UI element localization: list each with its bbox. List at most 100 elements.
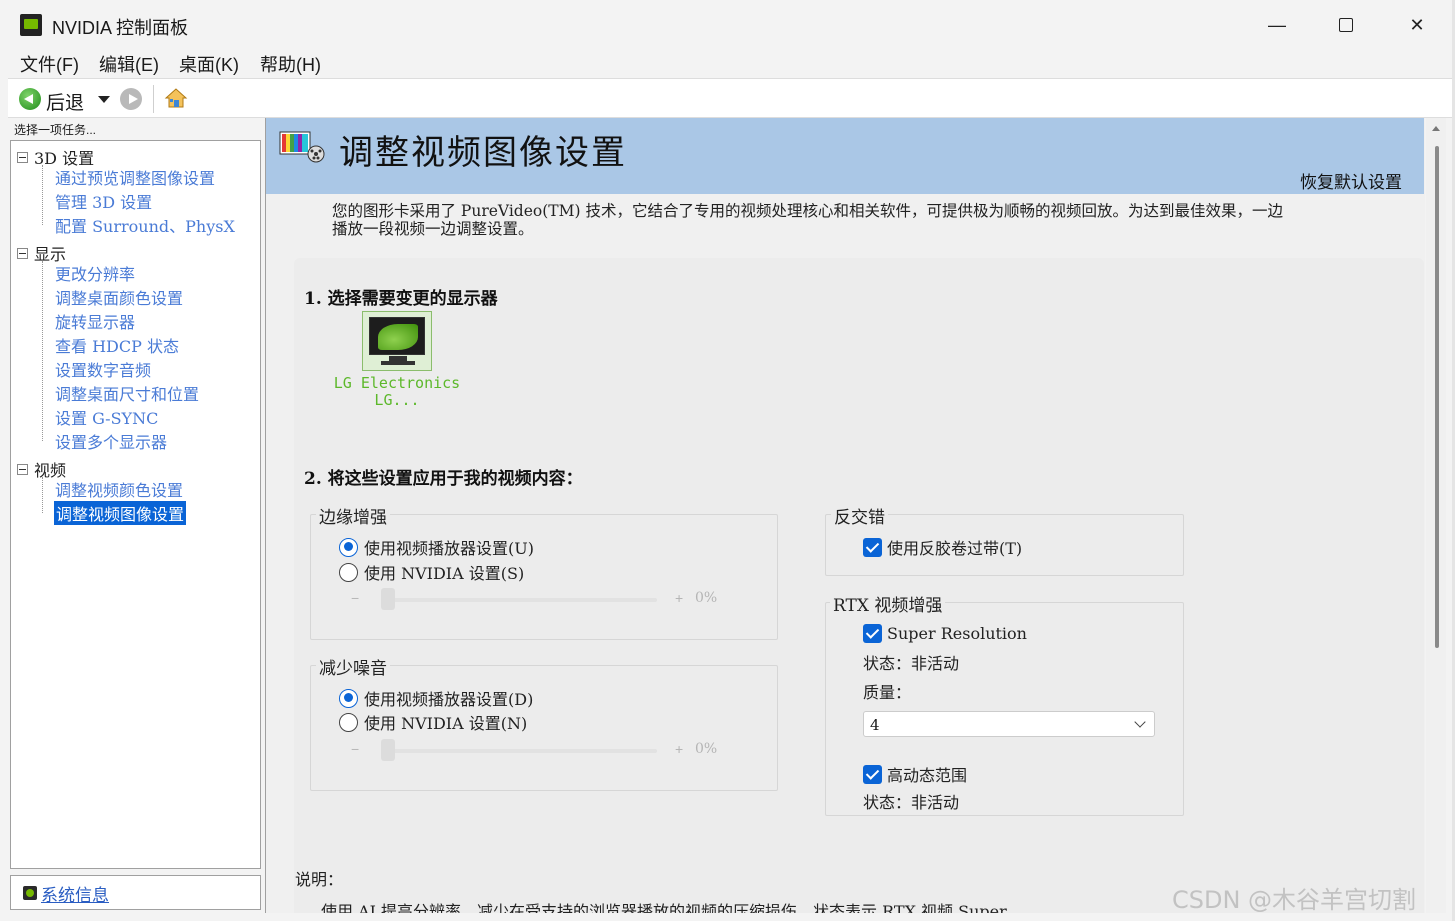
tree-item-multiple-displays[interactable]: 设置多个显示器 xyxy=(55,429,167,453)
task-tree: 3D 设置 通过预览调整图像设置 管理 3D 设置 配置 Surround、Ph… xyxy=(10,140,261,869)
window-title: NVIDIA 控制面板 xyxy=(52,18,189,38)
close-button[interactable]: ✕ xyxy=(1394,8,1440,42)
title-bar: NVIDIA 控制面板 — ✕ xyxy=(0,0,1455,50)
radio-selected-icon[interactable] xyxy=(339,537,358,557)
toolbar-separator xyxy=(153,85,154,113)
tree-item-desktop-color[interactable]: 调整桌面颜色设置 xyxy=(55,285,183,309)
super-resolution-status: 状态：非活动 xyxy=(863,654,960,673)
radio-unselected-icon[interactable] xyxy=(339,562,358,582)
edge-use-nvidia-option[interactable]: 使用 NVIDIA 设置(S) xyxy=(339,560,524,584)
intro-line: 播放一段视频一边调整设置。 xyxy=(332,220,534,238)
minimize-icon: — xyxy=(1268,14,1286,35)
checkbox-label: 使用反胶卷过带(T) xyxy=(887,539,1023,558)
noise-use-player-option[interactable]: 使用视频播放器设置(D) xyxy=(339,686,533,710)
noise-use-nvidia-option[interactable]: 使用 NVIDIA 设置(N) xyxy=(339,710,527,734)
minimize-button[interactable]: — xyxy=(1254,8,1300,42)
tree-item-preview-image-settings[interactable]: 通过预览调整图像设置 xyxy=(55,165,215,189)
edge-enhancement-title: 边缘增强 xyxy=(316,503,390,528)
main-scrollbar[interactable] xyxy=(1426,118,1446,913)
tree-item-hdcp-status[interactable]: 查看 HDCP 状态 xyxy=(55,333,179,357)
monitor-selector[interactable] xyxy=(362,311,432,371)
radio-unselected-icon[interactable] xyxy=(339,712,358,732)
tree-item-gsync[interactable]: 设置 G-SYNC xyxy=(55,405,158,429)
slider-value: 0% xyxy=(695,590,718,606)
collapse-icon[interactable] xyxy=(17,247,28,259)
tree-item-video-color[interactable]: 调整视频颜色设置 xyxy=(55,477,183,501)
tree-item-digital-audio[interactable]: 设置数字音频 xyxy=(55,357,151,381)
intro-text: 您的图形卡采用了 PureVideo(TM) 技术，它结合了专用的视频处理核心和… xyxy=(332,202,1422,238)
back-button-label[interactable]: 后退 xyxy=(46,88,84,115)
tree-guide xyxy=(42,477,43,513)
slider-thumb xyxy=(381,739,395,761)
quality-value: 4 xyxy=(870,716,880,734)
super-resolution-option[interactable]: Super Resolution xyxy=(863,624,1027,643)
radio-label: 使用视频播放器设置(D) xyxy=(364,690,534,709)
menu-file[interactable]: 文件(F) xyxy=(18,51,81,77)
tree-item-surround-physx[interactable]: 配置 Surround、PhysX xyxy=(55,213,235,237)
radio-selected-icon[interactable] xyxy=(339,688,358,708)
noise-reduction-title: 减少噪音 xyxy=(316,654,390,679)
back-arrow-icon[interactable] xyxy=(19,88,41,110)
collapse-icon[interactable] xyxy=(17,463,28,475)
monitor-name[interactable]: LG Electronics LG... xyxy=(332,375,462,409)
system-info-link[interactable]: 系统信息 xyxy=(41,881,109,906)
step1-heading: 1. 选择需要变更的显示器 xyxy=(304,289,498,309)
sidebar-caption: 选择一项任务... xyxy=(14,123,97,137)
tree-item-manage-3d[interactable]: 管理 3D 设置 xyxy=(55,189,152,213)
slider-thumb xyxy=(381,588,395,610)
system-info-icon xyxy=(23,886,37,900)
slider-value: 0% xyxy=(695,741,718,757)
system-info-panel: 系统信息 xyxy=(10,875,261,910)
edge-use-player-option[interactable]: 使用视频播放器设置(U) xyxy=(339,535,534,559)
home-icon[interactable] xyxy=(164,87,188,109)
description-label: 说明： xyxy=(295,870,344,889)
slider-track xyxy=(387,598,657,602)
checkbox-checked-icon[interactable] xyxy=(863,624,882,643)
tree-item-change-resolution[interactable]: 更改分辨率 xyxy=(55,261,135,285)
toolbar: 后退 xyxy=(8,78,1455,118)
maximize-button[interactable] xyxy=(1323,8,1369,42)
menu-edit[interactable]: 编辑(E) xyxy=(97,51,161,77)
watermark: CSDN @木谷羊宫切割 xyxy=(1172,886,1417,914)
hdr-option[interactable]: 高动态范围 xyxy=(863,762,967,786)
forward-arrow-icon[interactable] xyxy=(120,88,142,110)
menu-bar: 文件(F) 编辑(E) 桌面(K) 帮助(H) xyxy=(0,50,1455,78)
noise-slider: − + 0% xyxy=(351,739,731,769)
page-title: 调整视频图像设置 xyxy=(339,133,627,173)
slider-minus: − xyxy=(351,741,360,757)
rtx-video-title: RTX 视频增强 xyxy=(830,591,946,616)
collapse-icon[interactable] xyxy=(17,151,28,163)
monitor-base xyxy=(381,361,415,365)
deinterlacing-title: 反交错 xyxy=(831,503,888,528)
checkbox-checked-icon[interactable] xyxy=(863,764,882,784)
monitor-name-line: LG Electronics xyxy=(333,374,461,392)
monitor-icon xyxy=(369,317,425,355)
tree-guide xyxy=(42,261,43,441)
menu-desktop[interactable]: 桌面(K) xyxy=(177,51,241,77)
video-image-settings-icon xyxy=(279,131,325,163)
menu-help[interactable]: 帮助(H) xyxy=(258,51,323,77)
main-panel: 调整视频图像设置 恢复默认设置 您的图形卡采用了 PureVideo(TM) 技… xyxy=(265,118,1425,913)
inverse-telecine-option[interactable]: 使用反胶卷过带(T) xyxy=(863,535,1022,559)
radio-label: 使用 NVIDIA 设置(S) xyxy=(364,564,525,583)
history-dropdown-icon[interactable] xyxy=(98,96,110,103)
tree-item-desktop-size[interactable]: 调整桌面尺寸和位置 xyxy=(55,381,199,405)
tree-item-video-image[interactable]: 调整视频图像设置 xyxy=(54,501,187,525)
description-text: 使用 AI 提高分辨率，减少在受支持的浏览器播放的视频的压缩损伤。状态表示 RT… xyxy=(321,902,1007,913)
slider-plus: + xyxy=(675,741,684,757)
edge-slider: − + 0% xyxy=(351,588,731,618)
step2-heading: 2. 将这些设置应用于我的视频内容： xyxy=(304,469,583,489)
intro-line: 您的图形卡采用了 PureVideo(TM) 技术，它结合了专用的视频处理核心和… xyxy=(332,202,1283,220)
restore-defaults-link[interactable]: 恢复默认设置 xyxy=(1300,168,1402,193)
checkbox-checked-icon[interactable] xyxy=(863,537,882,557)
slider-track xyxy=(387,749,657,753)
checkbox-label: Super Resolution xyxy=(887,624,1027,643)
scroll-up-arrow-icon[interactable] xyxy=(1432,126,1440,131)
maximize-icon xyxy=(1339,18,1353,32)
radio-label: 使用 NVIDIA 设置(N) xyxy=(364,714,528,733)
tree-item-rotate-display[interactable]: 旋转显示器 xyxy=(55,309,135,333)
tree-guide xyxy=(42,165,43,225)
slider-plus: + xyxy=(675,590,684,606)
scrollbar-thumb[interactable] xyxy=(1435,146,1439,648)
quality-dropdown[interactable]: 4 xyxy=(863,711,1155,737)
